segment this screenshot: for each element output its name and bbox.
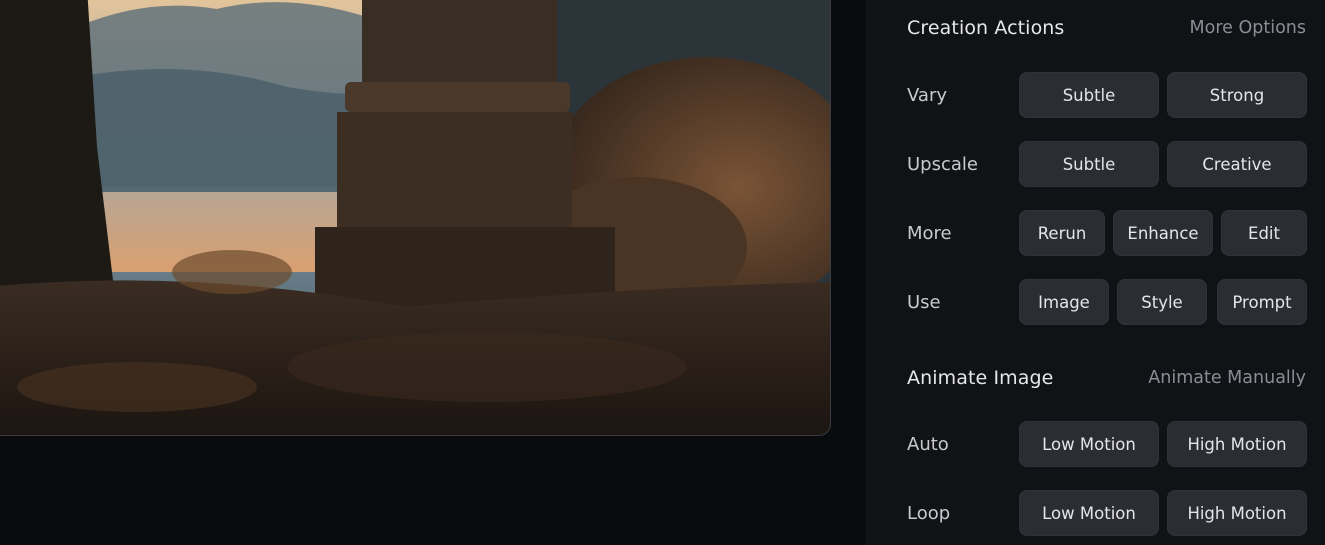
generated-image[interactable]	[0, 0, 831, 436]
use-row: Use Image Style Prompt	[907, 279, 1307, 327]
loop-row: Loop Low Motion High Motion	[907, 490, 1307, 538]
edit-button[interactable]: Edit	[1221, 210, 1307, 256]
animate-image-title: Animate Image	[907, 367, 1054, 389]
upscale-creative-button[interactable]: Creative	[1167, 141, 1307, 187]
more-options-link[interactable]: More Options	[1190, 18, 1306, 38]
more-label: More	[907, 223, 952, 244]
animate-manually-link[interactable]: Animate Manually	[1148, 368, 1306, 388]
upscale-label: Upscale	[907, 154, 978, 175]
upscale-row: Upscale Subtle Creative	[907, 141, 1307, 189]
vary-row: Vary Subtle Strong	[907, 72, 1307, 120]
upscale-subtle-button[interactable]: Subtle	[1019, 141, 1159, 187]
use-label: Use	[907, 292, 941, 313]
use-image-button[interactable]: Image	[1019, 279, 1109, 325]
more-row: More Rerun Enhance Edit	[907, 210, 1307, 258]
vary-subtle-button[interactable]: Subtle	[1019, 72, 1159, 118]
loop-high-motion-button[interactable]: High Motion	[1167, 490, 1307, 536]
vary-label: Vary	[907, 85, 947, 106]
vary-strong-button[interactable]: Strong	[1167, 72, 1307, 118]
auto-label: Auto	[907, 434, 949, 455]
creation-actions-title: Creation Actions	[907, 17, 1065, 39]
auto-low-motion-button[interactable]: Low Motion	[1019, 421, 1159, 467]
actions-panel: Creation Actions More Options Vary Subtl…	[866, 0, 1325, 545]
rerun-button[interactable]: Rerun	[1019, 210, 1105, 256]
animate-image-header: Animate Image Animate Manually	[907, 363, 1306, 393]
enhance-button[interactable]: Enhance	[1113, 210, 1213, 256]
use-style-button[interactable]: Style	[1117, 279, 1207, 325]
auto-row: Auto Low Motion High Motion	[907, 421, 1307, 469]
auto-high-motion-button[interactable]: High Motion	[1167, 421, 1307, 467]
creation-actions-header: Creation Actions More Options	[907, 13, 1306, 43]
use-prompt-button[interactable]: Prompt	[1217, 279, 1307, 325]
loop-low-motion-button[interactable]: Low Motion	[1019, 490, 1159, 536]
landscape-image	[0, 0, 830, 435]
loop-label: Loop	[907, 503, 951, 524]
